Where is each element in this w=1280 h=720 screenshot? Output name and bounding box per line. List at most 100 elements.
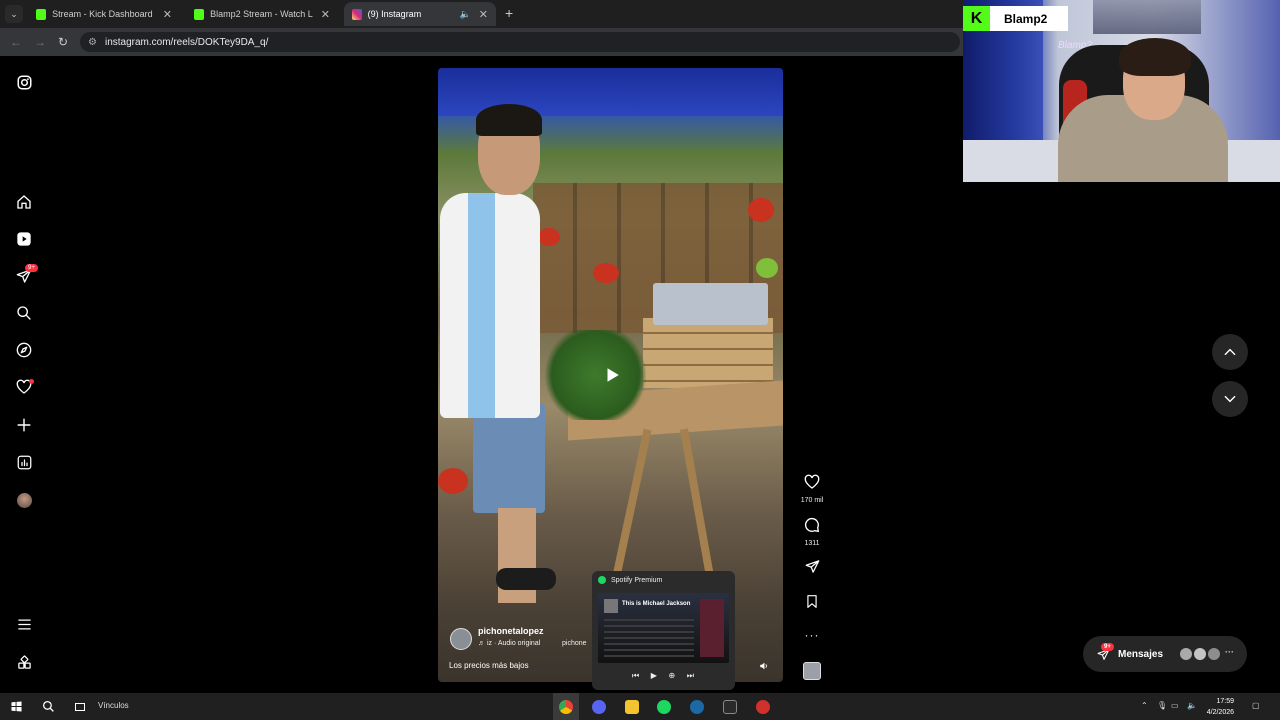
system-clock[interactable]: 17:59 4/2/2026 bbox=[1198, 696, 1234, 718]
app-taskbar-button[interactable] bbox=[750, 693, 776, 720]
webcam-scene bbox=[1093, 0, 1201, 34]
profile-avatar[interactable] bbox=[15, 491, 33, 509]
play-icon[interactable]: ▶ bbox=[651, 671, 657, 681]
video-scene-person bbox=[496, 568, 556, 590]
avatar bbox=[1193, 647, 1207, 661]
forward-icon[interactable]: → bbox=[34, 35, 46, 49]
kick-favicon-icon bbox=[36, 8, 47, 20]
folder-icon bbox=[625, 699, 639, 714]
create-icon[interactable] bbox=[15, 416, 33, 434]
reload-icon[interactable]: ↻ bbox=[58, 35, 68, 49]
file-explorer-taskbar-button[interactable] bbox=[619, 693, 645, 720]
clock-date: 4/2/2026 bbox=[1206, 709, 1234, 716]
profile-avatar-image bbox=[16, 492, 32, 508]
tab-blamp2-stream[interactable]: Blamp2 Stream - Watch Live on Kick ✕ bbox=[186, 2, 338, 26]
tab-instagram[interactable]: (9) Instagram 🔈 ✕ bbox=[344, 2, 496, 26]
messages-label: Mensajes bbox=[1118, 648, 1164, 660]
previous-reel-button[interactable] bbox=[1212, 334, 1248, 370]
video-scene-produce bbox=[538, 228, 560, 246]
video-scene-scale bbox=[653, 283, 768, 325]
author-avatar[interactable] bbox=[450, 628, 472, 650]
chrome-icon bbox=[559, 699, 573, 714]
next-track-icon[interactable]: ⏭ bbox=[687, 671, 694, 681]
play-icon[interactable] bbox=[603, 366, 621, 384]
spotify-preview[interactable]: Spotify Premium This is Michael Jackson … bbox=[592, 571, 735, 690]
direct-messages-icon[interactable]: 9+ bbox=[15, 264, 38, 285]
dashboard-icon[interactable] bbox=[15, 453, 33, 471]
windows-logo-icon bbox=[10, 701, 22, 712]
video-scene-person bbox=[476, 104, 542, 136]
reel-caption: Los precios más bajos bbox=[449, 661, 529, 670]
video-scene-table-leg bbox=[612, 428, 652, 578]
task-view-icon[interactable] bbox=[70, 693, 90, 720]
chevron-up-icon[interactable]: ⌃ bbox=[1141, 701, 1148, 710]
search-icon[interactable] bbox=[38, 693, 58, 720]
kick-favicon-icon bbox=[194, 8, 205, 20]
epic-games-taskbar-button[interactable] bbox=[717, 693, 743, 720]
notification-dot bbox=[29, 379, 34, 384]
back-icon[interactable]: ← bbox=[10, 35, 22, 49]
author-username[interactable]: pichonetalopez bbox=[478, 626, 544, 636]
search-icon[interactable] bbox=[15, 304, 33, 322]
messages-button[interactable]: 9+ Mensajes ··· bbox=[1083, 636, 1247, 672]
more-options-icon[interactable]: ··· bbox=[798, 628, 826, 642]
video-scene-person bbox=[440, 193, 540, 418]
explore-icon[interactable] bbox=[15, 341, 33, 359]
save-button[interactable] bbox=[798, 594, 826, 614]
site-settings-icon[interactable]: ⚙ bbox=[88, 37, 97, 48]
spotify-thumbnail[interactable]: This is Michael Jackson bbox=[598, 593, 729, 663]
reels-icon[interactable] bbox=[15, 230, 33, 248]
spotify-taskbar-button[interactable] bbox=[651, 693, 677, 720]
start-button[interactable] bbox=[6, 693, 26, 720]
add-icon[interactable]: ⊕ bbox=[669, 671, 676, 681]
video-scene-produce bbox=[438, 468, 468, 494]
also-from-meta-icon[interactable] bbox=[15, 653, 33, 671]
links-toolbar-label[interactable]: Vínculos bbox=[98, 701, 129, 710]
network-icon[interactable]: ▭ bbox=[1171, 701, 1179, 710]
discord-taskbar-button[interactable] bbox=[586, 693, 612, 720]
video-scene-produce bbox=[756, 258, 778, 278]
like-count: 170 mil bbox=[800, 497, 824, 504]
comment-button[interactable]: 1311 bbox=[798, 517, 826, 547]
audio-thumbnail[interactable] bbox=[803, 662, 821, 680]
close-tab-icon[interactable]: ✕ bbox=[321, 8, 330, 21]
audio-link[interactable]: ♬ iz · Audio original bbox=[478, 640, 540, 647]
notifications-icon[interactable] bbox=[15, 378, 34, 396]
video-scene-produce bbox=[748, 198, 774, 222]
more-menu-icon[interactable] bbox=[15, 615, 33, 633]
channel-name: Blamp2 bbox=[1004, 11, 1048, 26]
previous-track-icon[interactable]: ⏮ bbox=[632, 671, 639, 681]
microphone-icon[interactable]: 🎙 bbox=[1157, 701, 1167, 710]
mute-icon[interactable] bbox=[759, 658, 769, 670]
notification-center-icon[interactable]: ▢ bbox=[1252, 701, 1260, 710]
close-tab-icon[interactable]: ✕ bbox=[163, 8, 172, 21]
album-cover bbox=[604, 599, 618, 613]
chevron-down-icon bbox=[1224, 395, 1236, 403]
share-button[interactable] bbox=[798, 559, 826, 579]
url-bar[interactable]: ⚙ instagram.com/reels/DOKTey9DA_q/ bbox=[80, 32, 960, 52]
like-button[interactable]: 170 mil bbox=[798, 474, 826, 504]
instagram-favicon-icon bbox=[352, 8, 362, 20]
spotify-icon bbox=[657, 699, 671, 714]
chevron-up-icon bbox=[1224, 348, 1236, 356]
next-reel-button[interactable] bbox=[1212, 381, 1248, 417]
close-tab-icon[interactable]: ✕ bbox=[479, 8, 488, 21]
audio-link-secondary[interactable]: pichone bbox=[562, 640, 587, 647]
avatar bbox=[1207, 647, 1221, 661]
chrome-taskbar-button[interactable] bbox=[553, 693, 579, 720]
instagram-logo-icon[interactable] bbox=[15, 73, 33, 91]
video-scene-produce bbox=[593, 263, 619, 283]
speaker-icon[interactable]: 🔈 bbox=[460, 9, 471, 20]
tab-search-button[interactable]: ⌄ bbox=[5, 5, 23, 23]
steam-taskbar-button[interactable] bbox=[684, 693, 710, 720]
messages-badge: 9+ bbox=[25, 264, 38, 272]
app-icon bbox=[756, 699, 770, 714]
spotify-title: Spotify Premium bbox=[611, 576, 663, 584]
home-icon[interactable] bbox=[15, 193, 33, 211]
messages-badge: 9+ bbox=[1101, 643, 1114, 651]
video-scene-greens bbox=[538, 330, 653, 420]
kick-logo-icon: K bbox=[963, 6, 990, 31]
new-tab-button[interactable]: + bbox=[505, 5, 513, 21]
volume-icon[interactable]: 🔈 bbox=[1187, 701, 1197, 710]
tab-kick-dashboard[interactable]: Stream - Kick Dashboard ✕ bbox=[28, 2, 180, 26]
